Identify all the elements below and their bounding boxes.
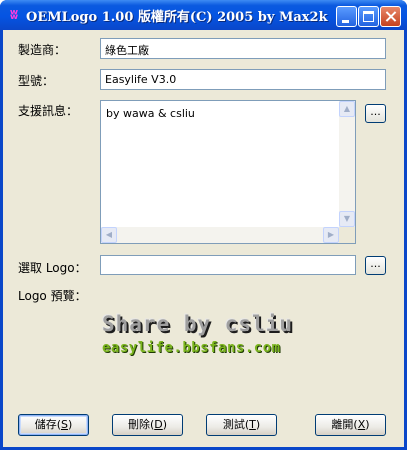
horizontal-scrollbar[interactable]: ◀ ▶ xyxy=(101,227,339,243)
save-label: 儲存 xyxy=(34,418,57,431)
support-textarea[interactable]: by wawa & csliu ▲ ▼ ◀ ▶ xyxy=(100,100,356,244)
scroll-right-icon[interactable]: ▶ xyxy=(323,227,339,243)
maximize-button[interactable] xyxy=(358,6,379,27)
main-window: ʬ OEMLogo 1.00 版權所有(C) 2005 by Max2k 製造商… xyxy=(0,0,407,450)
app-logo-icon[interactable]: ʬ xyxy=(6,7,22,23)
manufacturer-field[interactable]: 綠色工廠 xyxy=(100,38,386,59)
save-button[interactable]: 儲存(S) xyxy=(18,414,89,436)
scroll-left-icon[interactable]: ◀ xyxy=(101,227,117,243)
save-accel: S xyxy=(61,418,68,431)
support-text: by wawa & csliu xyxy=(106,107,195,120)
logo-preview-line2: easylife.bbsfans.com xyxy=(102,340,281,356)
logo-preview-image: Share by csliu easylife.bbsfans.com xyxy=(100,312,330,360)
logo-select-label: 選取 Logo： xyxy=(18,261,87,275)
logo-preview-line1: Share by csliu xyxy=(102,312,294,336)
window-title: OEMLogo 1.00 版權所有(C) 2005 by Max2k xyxy=(26,10,328,25)
test-button[interactable]: 測試(T) xyxy=(206,414,277,436)
exit-accel: X xyxy=(357,418,366,431)
logo-browse-button[interactable]: ... xyxy=(365,256,386,275)
title-bar[interactable]: ʬ OEMLogo 1.00 版權所有(C) 2005 by Max2k xyxy=(0,0,407,30)
scroll-corner xyxy=(339,227,355,243)
close-button[interactable] xyxy=(380,6,401,27)
model-label: 型號： xyxy=(18,74,55,88)
minimize-button[interactable] xyxy=(336,6,357,27)
scroll-up-icon[interactable]: ▲ xyxy=(339,101,355,117)
delete-accel: D xyxy=(154,418,163,431)
dialog-body: 製造商： 綠色工廠 型號： Easylife V3.0 支援訊息： by waw… xyxy=(3,30,404,447)
scroll-down-icon[interactable]: ▼ xyxy=(339,211,355,227)
delete-label: 刪除 xyxy=(127,418,150,431)
logo-preview-label: Logo 預覽： xyxy=(18,289,87,303)
test-accel: T xyxy=(249,418,256,431)
manufacturer-label: 製造商： xyxy=(18,43,67,57)
vertical-scrollbar[interactable]: ▲ ▼ xyxy=(339,101,355,227)
support-browse-button[interactable]: ... xyxy=(365,104,386,123)
logo-path-field[interactable] xyxy=(100,255,356,275)
delete-button[interactable]: 刪除(D) xyxy=(112,414,183,436)
exit-label: 離開 xyxy=(331,418,354,431)
support-label: 支援訊息： xyxy=(18,104,79,118)
test-label: 測試 xyxy=(222,418,245,431)
exit-button[interactable]: 離開(X) xyxy=(315,414,386,436)
model-field[interactable]: Easylife V3.0 xyxy=(100,69,386,90)
